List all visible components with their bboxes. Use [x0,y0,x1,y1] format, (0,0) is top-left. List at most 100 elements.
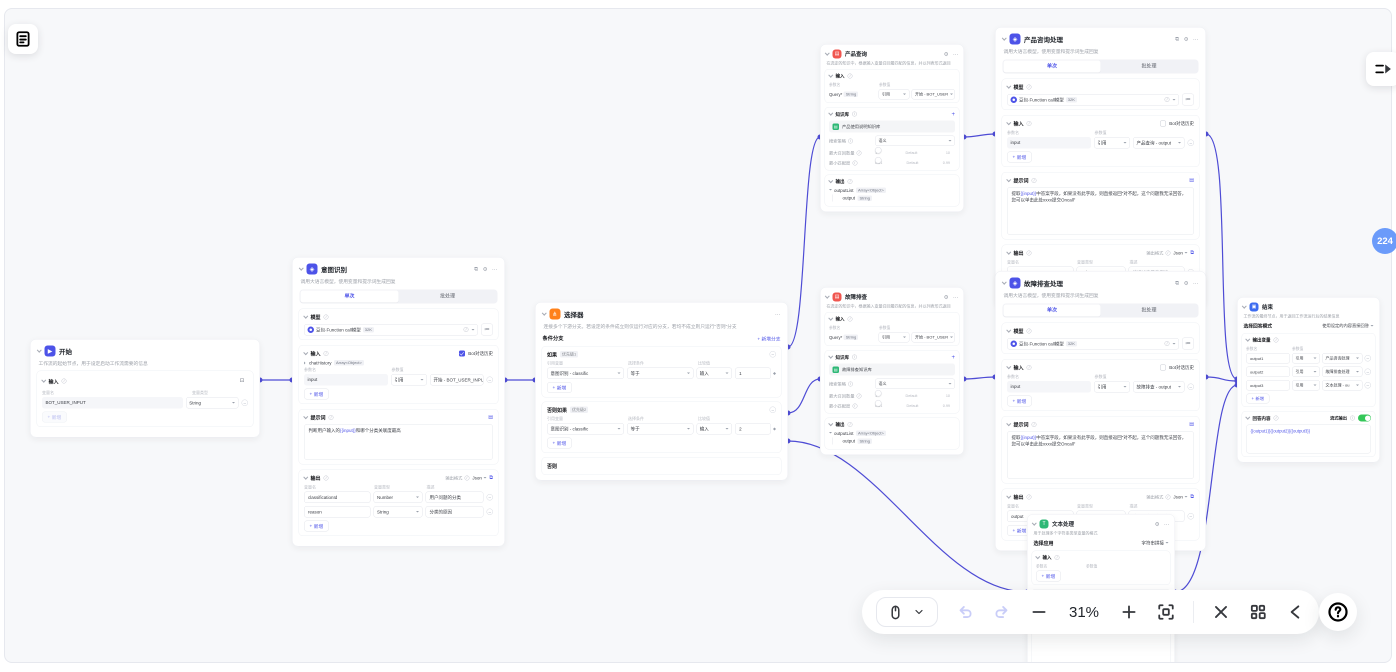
input-name-field[interactable]: input [1007,137,1091,149]
undo-button[interactable] [955,602,975,622]
model-config-button[interactable]: ≔ [1182,338,1194,350]
remove-row-icon[interactable] [1365,369,1372,376]
compare-value-field[interactable]: 1 [735,368,771,380]
ref-value-select[interactable]: 产品咨询处理 [1322,353,1363,364]
cond-select[interactable]: 等于 [627,368,693,380]
prompt-textarea[interactable]: 判断用户输入的{{input}}和哪个分类关联度最高 [304,424,493,460]
ref-type-select[interactable]: 引用 [879,89,910,100]
section-chevron-icon[interactable] [828,178,833,183]
help-button[interactable] [1319,593,1357,631]
ref-type-select[interactable]: 引用 [879,332,910,343]
section-chevron-icon[interactable] [828,354,833,359]
pointer-mode-selector[interactable] [876,597,938,627]
ref-type-select[interactable]: 引用 [1292,367,1320,378]
node-kb-fault[interactable]: ▤ 故障排查 ⚙⋯ 在选定的知识中，根据输入变量召回最匹配的信息，并以列表形式返… [820,287,964,455]
section-chevron-icon[interactable] [1006,364,1011,369]
section-chevron-icon[interactable] [828,73,833,78]
redo-button[interactable] [992,602,1012,622]
section-chevron-icon[interactable] [41,378,46,383]
remove-row-icon[interactable] [487,377,494,384]
branch-if[interactable]: 如果 优先级1 引用变量 选择条件 比较值 意图识别 - classific 等… [542,346,782,398]
ref-value-select[interactable]: 文本处理 - ou [1322,380,1363,391]
add-input-button[interactable]: + 新增 [1036,571,1061,582]
remove-row-icon[interactable] [1188,140,1195,147]
tab-batch[interactable]: 批处理 [1101,61,1198,73]
section-chevron-icon[interactable] [303,475,308,480]
model-select[interactable]: 豆包·Function call模型 32K i [1007,338,1179,350]
more-icon[interactable]: ⋯ [953,51,959,58]
model-select[interactable]: 豆包·Function call模型 32K i [304,324,478,336]
branch-else[interactable]: 否则 [542,457,782,475]
prompt-library-icon[interactable]: ▤ [488,415,493,421]
output-format-select[interactable]: Json [1173,494,1187,499]
more-icon[interactable]: ⋯ [492,266,498,273]
ref-value-select[interactable]: 开始 - BOT_USER_INPUT [430,374,484,386]
tree-arrow-icon[interactable] [304,361,307,364]
end-var-name[interactable]: output2 [1246,367,1290,378]
model-config-button[interactable]: ≔ [1182,94,1194,106]
output-name-field[interactable]: reason [304,506,371,518]
search-strategy-select[interactable]: 语义 [875,136,955,147]
bot-history-checkbox[interactable] [1160,364,1166,370]
output-type-select[interactable]: String [374,506,423,518]
remove-row-icon[interactable] [1188,513,1195,520]
remove-row-icon[interactable] [1365,355,1372,362]
remove-row-icon[interactable] [1188,384,1195,391]
workflow-canvas[interactable]: ▶ 开始 工作流的起始节点，用于设定启动工作流需要的信息 输入 i ⊡ 变量名 … [4,8,1392,663]
section-chevron-icon[interactable] [1035,554,1040,559]
ref-var-select[interactable]: 意图识别 - classific [547,423,624,435]
duplicate-icon[interactable]: ⧉ [1175,280,1179,287]
settings-icon[interactable]: ⚙ [1184,36,1189,43]
section-chevron-icon[interactable] [1245,337,1250,342]
slider-knob[interactable] [875,157,882,164]
add-output-button[interactable]: + 新增 [304,521,329,532]
prompt-library-icon[interactable]: ▤ [1189,422,1194,428]
ref-value-select[interactable]: 故障排查 - output [1133,381,1185,393]
ref-value-select[interactable]: 开始 - BOT_USER [912,332,956,343]
remove-row-icon[interactable] [242,400,249,407]
remove-branch-icon[interactable] [770,407,777,414]
add-knowledge-icon[interactable]: + [951,111,955,118]
node-text[interactable]: T 文本处理 ⚙⋯ 用于处理多个字符串类型变量的格式 选择应用 字符串拼接 输入… [1027,514,1175,663]
section-chevron-icon[interactable] [828,111,833,116]
ref-type-select[interactable]: 引用 [391,374,427,386]
model-config-button[interactable]: ≔ [481,324,493,336]
answer-textarea[interactable]: {{output1}}{{output2}}{{output3}} [1246,425,1371,454]
section-chevron-icon[interactable] [828,421,833,426]
collapse-chevron-icon[interactable] [542,311,547,316]
tree-arrow-icon[interactable] [829,189,832,192]
collapse-chevron-icon[interactable] [1242,304,1247,309]
section-chevron-icon[interactable] [1006,177,1011,182]
end-var-name[interactable]: output3 [1246,380,1290,391]
fit-view-button[interactable] [1156,602,1176,622]
add-output-var-button[interactable]: + 新增 [1246,394,1269,404]
expand-panel-button[interactable] [1366,52,1396,86]
val-type-select[interactable]: 输入 [696,368,732,380]
zoom-level[interactable]: 31% [1066,604,1102,621]
remove-branch-icon[interactable] [770,351,777,358]
cond-select[interactable]: 等于 [627,423,693,435]
collapse-chevron-icon[interactable] [1032,521,1037,526]
node-llm-fault[interactable]: ◈ 故障排查处理 ⧉⚙⋯ 调用大语言模型，使用变量和提示词生成回复 单次 批处理… [995,271,1206,551]
answer-mode-select[interactable]: 使用设定的内容直接回答 [1322,323,1373,329]
more-icon[interactable]: ⋯ [775,311,781,318]
bot-history-checkbox[interactable] [459,350,465,356]
val-type-select[interactable]: 输入 [696,423,732,435]
remove-row-icon[interactable] [487,509,494,516]
knowledge-item[interactable]: ▤ 故障排查知识库 [829,364,955,376]
node-llm-product[interactable]: ◈ 产品咨询处理 ⧉⚙⋯ 调用大语言模型，使用变量和提示词生成回复 单次 批处理… [995,27,1206,307]
section-chevron-icon[interactable] [1245,415,1250,420]
json-edit-icon[interactable]: ⧉ [489,475,493,481]
ref-value-select[interactable]: 故障排查处理 [1322,367,1363,378]
collapse-chevron-icon[interactable] [825,294,830,299]
section-chevron-icon[interactable] [1006,250,1011,255]
ref-type-select[interactable]: 引用 [1292,353,1320,364]
node-intent[interactable]: ◈ 意图识别 ⧉ ⚙ ⋯ 调用大语言模型，使用变量和提示词生成回复 单次 批处理… [292,257,505,547]
branch-elif[interactable]: 否则如果 优先级2 引用变量 选择条件 比较值 意图识别 - classific… [542,402,782,454]
duplicate-icon[interactable]: ⧉ [474,266,478,273]
zoom-in-button[interactable] [1119,602,1139,622]
knowledge-item[interactable]: ▤ 产品使用说明知识库 [829,121,955,133]
ref-value-select[interactable]: 开始 - BOT_USER [912,89,956,100]
more-icon[interactable]: ⋯ [953,294,959,301]
remove-row-icon[interactable] [1365,382,1372,389]
